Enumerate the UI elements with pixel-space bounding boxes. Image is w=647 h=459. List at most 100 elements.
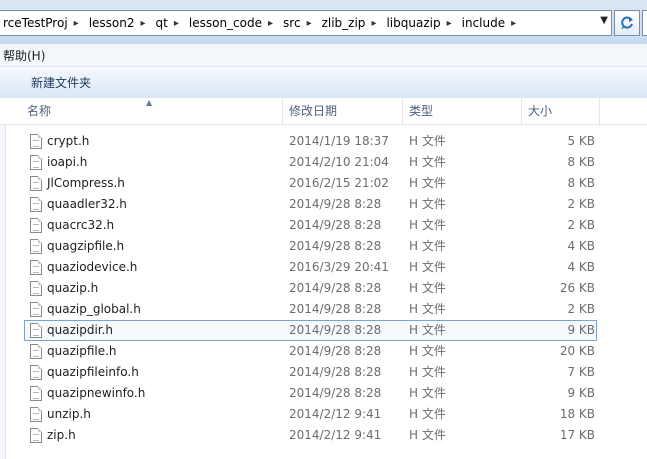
file-type: H 文件	[409, 239, 446, 253]
address-bar[interactable]: rceTestProj ▸ lesson2 ▸ qt ▸ lesson_code ▸ s…	[0, 10, 612, 36]
file-name[interactable]: ioapi.h	[47, 152, 87, 173]
file-row[interactable]: unzip.h 2014/2/12 9:41 H 文件 18 KB	[0, 404, 647, 425]
file-row[interactable]: quazipfile.h 2014/9/28 8:28 H 文件 20 KB	[0, 341, 647, 362]
file-type: H 文件	[409, 176, 446, 190]
breadcrumb-item[interactable]: src	[279, 16, 304, 30]
file-modified-date: 2014/9/28 8:28	[289, 302, 382, 316]
new-folder-button[interactable]: 新建文件夹	[31, 74, 91, 91]
file-row[interactable]: JlCompress.h 2016/2/15 21:02 H 文件 8 KB	[0, 173, 647, 194]
file-size: 7 KB	[567, 365, 595, 379]
file-list: crypt.h 2014/1/19 18:37 H 文件 5 KB ioapi.h 201…	[0, 131, 647, 446]
column-header-date[interactable]: 修改日期	[283, 98, 403, 124]
file-size: 9 KB	[567, 386, 595, 400]
file-size: 2 KB	[567, 197, 595, 211]
chevron-right-icon[interactable]: ▸	[304, 18, 318, 29]
breadcrumb-item[interactable]: qt	[152, 16, 171, 30]
file-name[interactable]: quagzipfile.h	[47, 236, 124, 257]
file-row[interactable]: quazipdir.h 2014/9/28 8:28 H 文件 9 KB	[0, 320, 647, 341]
file-name[interactable]: quazipnewinfo.h	[47, 383, 145, 404]
file-type: H 文件	[409, 281, 446, 295]
file-type: H 文件	[409, 155, 446, 169]
chevron-right-icon[interactable]: ▸	[265, 18, 279, 29]
file-name[interactable]: quazipfile.h	[47, 341, 117, 362]
file-row[interactable]: quaziodevice.h 2016/3/29 20:41 H 文件 4 KB	[0, 257, 647, 278]
header-file-icon	[30, 428, 42, 443]
breadcrumb-item[interactable]: rceTestProj	[0, 16, 71, 30]
breadcrumb-item[interactable]: lesson2	[85, 16, 138, 30]
file-modified-date: 2014/9/28 8:28	[289, 281, 382, 295]
chevron-right-icon[interactable]: ▸	[368, 18, 382, 29]
refresh-button[interactable]	[614, 10, 640, 36]
chevron-right-icon[interactable]: ▸	[138, 18, 152, 29]
file-size: 4 KB	[567, 239, 595, 253]
file-row[interactable]: crypt.h 2014/1/19 18:37 H 文件 5 KB	[0, 131, 647, 152]
file-row[interactable]: quazipfileinfo.h 2014/9/28 8:28 H 文件 7 KB	[0, 362, 647, 383]
header-file-icon	[30, 302, 42, 317]
file-modified-date: 2014/2/10 21:04	[289, 155, 389, 169]
file-row[interactable]: quagzipfile.h 2014/9/28 8:28 H 文件 4 KB	[0, 236, 647, 257]
file-modified-date: 2014/2/12 9:41	[289, 428, 382, 442]
header-file-icon	[30, 260, 42, 275]
header-file-icon	[30, 134, 42, 149]
file-row[interactable]: quazip_global.h 2014/9/28 8:28 H 文件 2 KB	[0, 299, 647, 320]
file-size: 20 KB	[559, 344, 595, 358]
file-name[interactable]: JlCompress.h	[47, 173, 125, 194]
breadcrumb-item[interactable]: include	[458, 16, 508, 30]
file-name[interactable]: zip.h	[47, 425, 76, 446]
file-row[interactable]: quazip.h 2014/9/28 8:28 H 文件 26 KB	[0, 278, 647, 299]
file-size: 9 KB	[567, 323, 595, 337]
chevron-right-icon[interactable]: ▸	[71, 18, 85, 29]
header-file-icon	[30, 323, 42, 338]
file-name[interactable]: quacrc32.h	[47, 215, 114, 236]
header-file-icon	[30, 365, 42, 380]
header-file-icon	[30, 407, 42, 422]
file-type: H 文件	[409, 218, 446, 232]
column-header-size[interactable]: 大小	[522, 98, 600, 124]
file-row[interactable]: zip.h 2014/2/12 9:41 H 文件 17 KB	[0, 425, 647, 446]
file-modified-date: 2016/3/29 20:41	[289, 260, 389, 274]
breadcrumb-item[interactable]: zlib_zip	[318, 16, 369, 30]
chevron-right-icon[interactable]: ▸	[171, 18, 185, 29]
file-row[interactable]: quacrc32.h 2014/9/28 8:28 H 文件 2 KB	[0, 215, 647, 236]
file-row[interactable]: quazipnewinfo.h 2014/9/28 8:28 H 文件 9 KB	[0, 383, 647, 404]
file-name[interactable]: quazip.h	[47, 278, 98, 299]
menu-bar: 帮助(H)	[0, 44, 647, 67]
explorer-window: rceTestProj ▸ lesson2 ▸ qt ▸ lesson_code ▸ s…	[0, 0, 647, 459]
header-file-icon	[30, 344, 42, 359]
file-size: 4 KB	[567, 260, 595, 274]
file-type: H 文件	[409, 428, 446, 442]
file-name[interactable]: quazipdir.h	[47, 320, 113, 341]
header-file-icon	[30, 239, 42, 254]
header-file-icon	[30, 176, 42, 191]
file-name[interactable]: unzip.h	[47, 404, 91, 425]
file-name[interactable]: quazip_global.h	[47, 299, 141, 320]
file-name[interactable]: crypt.h	[47, 131, 89, 152]
file-type: H 文件	[409, 344, 446, 358]
search-input[interactable]	[642, 10, 647, 36]
header-file-icon	[30, 197, 42, 212]
chevron-down-icon[interactable]: ▼	[600, 15, 608, 26]
file-name[interactable]: quaziodevice.h	[47, 257, 137, 278]
file-type: H 文件	[409, 302, 446, 316]
file-modified-date: 2014/2/12 9:41	[289, 407, 382, 421]
file-type: H 文件	[409, 407, 446, 421]
file-name[interactable]: quaadler32.h	[47, 194, 127, 215]
column-header-row: ▲ 名称 修改日期 类型 大小	[0, 98, 647, 125]
file-modified-date: 2014/1/19 18:37	[289, 134, 389, 148]
file-modified-date: 2014/9/28 8:28	[289, 197, 382, 211]
refresh-icon	[621, 16, 633, 29]
file-row[interactable]: quaadler32.h 2014/9/28 8:28 H 文件 2 KB	[0, 194, 647, 215]
file-size: 2 KB	[567, 218, 595, 232]
chevron-right-icon[interactable]: ▸	[508, 18, 522, 29]
file-row[interactable]: ioapi.h 2014/2/10 21:04 H 文件 8 KB	[0, 152, 647, 173]
breadcrumb-item[interactable]: lesson_code	[185, 16, 265, 30]
column-header-type[interactable]: 类型	[403, 98, 522, 124]
column-header-name[interactable]: 名称	[21, 98, 283, 124]
chevron-right-icon[interactable]: ▸	[444, 18, 458, 29]
breadcrumb-item[interactable]: libquazip	[382, 16, 443, 30]
file-modified-date: 2014/9/28 8:28	[289, 239, 382, 253]
file-name[interactable]: quazipfileinfo.h	[47, 362, 139, 383]
file-modified-date: 2014/9/28 8:28	[289, 386, 382, 400]
menu-help[interactable]: 帮助(H)	[0, 47, 45, 64]
file-modified-date: 2014/9/28 8:28	[289, 365, 382, 379]
